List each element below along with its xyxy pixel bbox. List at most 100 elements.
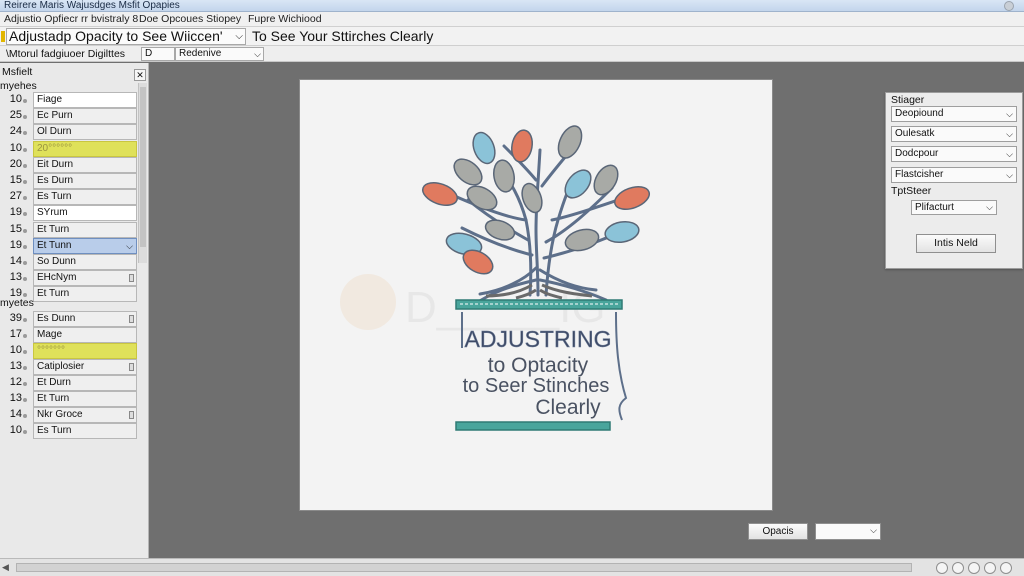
layer-row[interactable]: 13 Et Turn [0, 391, 140, 407]
visibility-dot-icon[interactable] [23, 398, 27, 402]
properties-select-4[interactable]: Flastcisher ⌵ [891, 167, 1017, 183]
layer-name-field[interactable]: Et Durn [33, 375, 137, 391]
title-combo[interactable]: Adjustadp Opacity to See Wiiccen' ⌵ [6, 28, 246, 45]
layer-row[interactable]: 13 Catiplosier [0, 359, 140, 375]
layer-row[interactable]: 12 Et Durn [0, 375, 140, 391]
status-circle-icon[interactable] [1000, 562, 1012, 574]
visibility-dot-icon[interactable] [23, 228, 27, 233]
layer-row[interactable]: 19 Et Tunn ⌵ [0, 237, 140, 254]
spinner-icon[interactable] [129, 363, 134, 371]
properties-select-3[interactable]: Dodcpour ⌵ [891, 146, 1017, 162]
layer-row[interactable]: 27 Es Turn [0, 189, 140, 206]
menu-item-adjust[interactable]: Adjustio Opfiecr rr bvistraly 8 [4, 12, 138, 27]
layer-name-field[interactable]: SYrum [33, 205, 137, 222]
spinner-icon[interactable] [129, 411, 134, 419]
layer-name-field[interactable]: 20°°°°°° [33, 140, 137, 157]
status-circle-icon[interactable] [952, 562, 964, 574]
visibility-dot-icon[interactable] [23, 115, 27, 120]
layer-count: 13 [9, 271, 22, 284]
visibility-dot-icon[interactable] [23, 147, 27, 152]
layer-row[interactable]: 24 Ol Durn [0, 124, 140, 141]
layer-row[interactable]: 13 EHcNym [0, 270, 140, 287]
scrollbar-track[interactable] [16, 563, 912, 572]
layer-name-field[interactable]: EHcNym [33, 270, 137, 287]
layer-name-field[interactable]: Ol Durn [33, 124, 137, 141]
layer-name-field[interactable]: Et Turn [33, 221, 137, 238]
embroidery-canvas[interactable]: D_____IG [300, 80, 772, 510]
chevron-down-icon: ⌵ [870, 525, 877, 535]
layer-name-field[interactable]: Et Tunn ⌵ [33, 237, 137, 254]
properties-select-1[interactable]: Deopiound ⌵ [891, 106, 1017, 122]
scrollbar-thumb[interactable] [140, 87, 146, 247]
layer-row[interactable]: 15 Et Turn [0, 221, 140, 238]
panel-scrollbar[interactable] [138, 83, 147, 263]
horizontal-scrollbar[interactable]: ◀ [0, 558, 1024, 576]
visibility-dot-icon[interactable] [23, 414, 27, 418]
visibility-dot-icon[interactable] [23, 366, 27, 370]
mode-button[interactable]: D [141, 47, 175, 61]
layer-name-field[interactable]: Nkr Groce [33, 407, 137, 423]
layer-name-field[interactable]: Catiplosier [33, 359, 137, 375]
layer-name-field[interactable]: °°°°°°° [33, 343, 137, 359]
visibility-dot-icon[interactable] [23, 196, 27, 201]
visibility-dot-icon[interactable] [23, 99, 27, 103]
layer-row[interactable]: 19 SYrum [0, 205, 140, 222]
visibility-dot-icon[interactable] [23, 212, 27, 217]
layer-name-field[interactable]: Es Turn [33, 423, 137, 439]
layer-name-field[interactable]: Es Dunn [33, 311, 137, 327]
status-circle-icon[interactable] [936, 562, 948, 574]
visibility-dot-icon[interactable] [23, 244, 27, 249]
layer-row[interactable]: 17 Mage [0, 327, 140, 343]
layer-row[interactable]: 15 Es Durn [0, 173, 140, 189]
leaf [466, 185, 498, 211]
layer-name-field[interactable]: Es Durn [33, 173, 137, 189]
visibility-dot-icon[interactable] [23, 163, 27, 168]
layer-row[interactable]: 10 20°°°°°° [0, 140, 140, 157]
apply-button[interactable]: Intis Neld [916, 234, 996, 253]
layer-row[interactable]: 14 So Dunn [0, 254, 140, 270]
layer-name-field[interactable]: Ec Purn [33, 108, 137, 125]
properties-select-2[interactable]: Oulesatk ⌵ [891, 126, 1017, 142]
visibility-dot-icon[interactable] [23, 382, 27, 386]
visibility-dot-icon[interactable] [23, 318, 27, 322]
menu-item-options[interactable]: Doe Opcoues Stiopey [139, 12, 241, 27]
layer-row[interactable]: 25 Ec Purn [0, 108, 140, 125]
spinner-icon[interactable] [129, 274, 134, 283]
layer-row[interactable]: 10 Es Turn [0, 423, 140, 439]
layer-row[interactable]: 14 Nkr Groce [0, 407, 140, 423]
layer-row[interactable]: 10 °°°°°°° [0, 343, 140, 359]
visibility-dot-icon[interactable] [23, 277, 27, 282]
layer-count: 13 [9, 392, 22, 404]
opacity-select[interactable]: ⌵ [815, 523, 881, 540]
close-icon[interactable]: ✕ [134, 69, 146, 81]
visibility-dot-icon[interactable] [23, 350, 27, 354]
scroll-left-icon[interactable]: ◀ [2, 562, 9, 573]
spinner-icon[interactable] [129, 315, 134, 323]
chevron-down-icon[interactable]: ⌵ [126, 239, 133, 253]
layer-name-field[interactable]: So Dunn [33, 254, 137, 270]
properties-small-select[interactable]: Plifacturt ⌵ [911, 200, 997, 215]
layer-name-field[interactable]: Eit Durn [33, 156, 137, 173]
layer-row[interactable]: 10 Fiage [0, 92, 140, 108]
status-circle-icon[interactable] [984, 562, 996, 574]
menu-item-window[interactable]: Fupre Wichiood [248, 12, 322, 27]
layer-name-field[interactable]: Fiage [33, 92, 137, 108]
visibility-dot-icon[interactable] [23, 334, 27, 338]
layer-name: °°°°°°° [37, 345, 65, 356]
layer-row[interactable]: 20 Eit Durn [0, 156, 140, 173]
layer-name-field[interactable]: Et Turn [33, 286, 137, 303]
layer-name-field[interactable]: Et Turn [33, 391, 137, 407]
visibility-dot-icon[interactable] [23, 430, 27, 434]
layer-name-field[interactable]: Es Turn [33, 189, 137, 206]
chevron-down-icon[interactable]: ⌵ [235, 29, 243, 44]
layer-name-field[interactable]: Mage [33, 327, 137, 343]
visibility-dot-icon[interactable] [23, 180, 27, 184]
layer-row[interactable]: 39 Es Dunn [0, 311, 140, 327]
opacity-button[interactable]: Opacis [748, 523, 808, 540]
visibility-dot-icon[interactable] [23, 131, 27, 136]
window-control-icon[interactable] [1004, 1, 1014, 11]
design-text-line-1: ADJUSTRING [465, 326, 612, 352]
render-select[interactable]: Redenive ⌵ [175, 47, 264, 61]
visibility-dot-icon[interactable] [23, 261, 27, 265]
status-circle-icon[interactable] [968, 562, 980, 574]
